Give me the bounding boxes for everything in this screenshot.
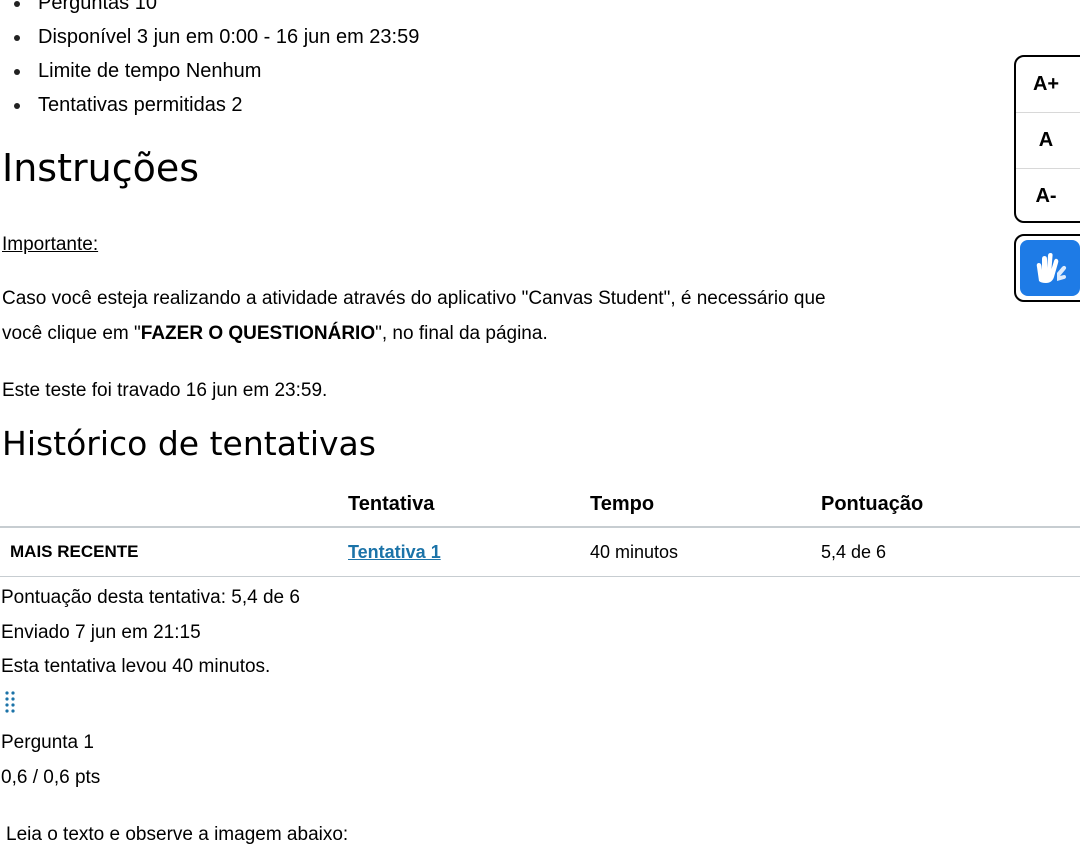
table-header-row: Tentativa Tempo Pontuação: [0, 482, 1080, 528]
font-decrease-button[interactable]: A-: [1016, 168, 1080, 224]
attempt-duration: Esta tentativa levou 40 minutos.: [1, 656, 271, 677]
font-normal-button[interactable]: A: [1016, 112, 1080, 168]
row-label: MAIS RECENTE: [0, 527, 348, 577]
font-increase-button[interactable]: A+: [1016, 57, 1080, 112]
table-row: MAIS RECENTE Tentativa 1 40 minutos 5,4 …: [0, 527, 1080, 577]
instructions-line-1: Caso você esteja realizando a atividade …: [2, 288, 826, 309]
attempt-cell: Tentativa 1: [348, 527, 590, 577]
quiz-detail-attempts: Tentativas permitidas 2: [0, 88, 419, 122]
attempt-submitted: Enviado 7 jun em 21:15: [1, 622, 201, 643]
instructions-line-2: você clique em "FAZER O QUESTIONÁRIO", n…: [2, 322, 548, 346]
attempt-history-table: Tentativa Tempo Pontuação MAIS RECENTE T…: [0, 482, 1080, 577]
column-header-attempt: Tentativa: [348, 482, 590, 528]
attempt-1-link[interactable]: Tentativa 1: [348, 542, 441, 562]
important-label: Importante:: [2, 234, 99, 255]
attempt-score: Pontuação desta tentativa: 5,4 de 6: [1, 587, 300, 608]
instructions-line-2-suffix: ", no final da página.: [375, 323, 548, 344]
drag-handle-icon[interactable]: [4, 690, 18, 718]
row-time: 40 minutos: [590, 527, 821, 577]
column-header-label: [0, 482, 348, 528]
attempt-history-heading: Histórico de tentativas: [2, 424, 376, 463]
quiz-detail-time-limit: Limite de tempo Nenhum: [0, 54, 419, 88]
question-title: Pergunta 1: [1, 732, 94, 753]
column-header-score: Pontuação: [821, 482, 1080, 528]
sign-language-widget: [1014, 234, 1080, 302]
locked-notice: Este teste foi travado 16 jun em 23:59.: [2, 380, 328, 401]
quiz-detail-questions: Perguntas 10: [0, 0, 419, 20]
row-score: 5,4 de 6: [821, 527, 1080, 577]
question-points: 0,6 / 0,6 pts: [1, 767, 101, 788]
quiz-detail-availability: Disponível 3 jun em 0:00 - 16 jun em 23:…: [0, 20, 419, 54]
font-size-widget: A+ A A-: [1014, 55, 1080, 223]
question-text: Leia o texto e observe a imagem abaixo:: [6, 824, 349, 845]
column-header-time: Tempo: [590, 482, 821, 528]
instructions-heading: Instruções: [2, 146, 200, 190]
instructions-line-2-prefix: você clique em ": [2, 323, 141, 344]
sign-language-hands-icon: [1036, 253, 1067, 283]
quiz-details-list: Perguntas 10 Disponível 3 jun em 0:00 - …: [0, 0, 419, 122]
take-quiz-emphasis: FAZER O QUESTIONÁRIO: [140, 323, 376, 344]
sign-language-button[interactable]: [1020, 240, 1080, 296]
